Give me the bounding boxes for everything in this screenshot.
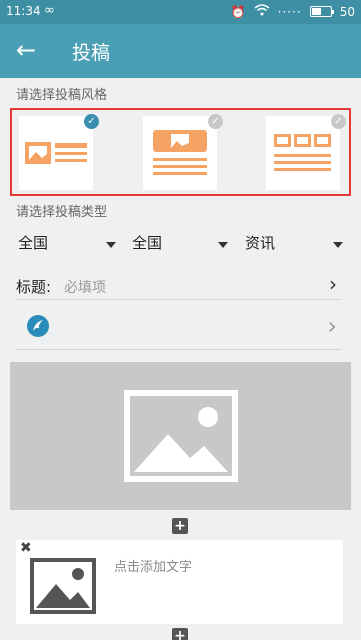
chevron-down-icon xyxy=(333,242,343,248)
three-images-layout-icon xyxy=(274,134,331,171)
checkmark-unselected-icon: ✓ xyxy=(331,114,346,129)
image-top-layout-icon xyxy=(153,130,207,175)
signal-icon: ····· xyxy=(277,4,302,19)
add-block-button[interactable]: + xyxy=(172,628,188,640)
style-section-label: 请选择投稿风格 xyxy=(16,88,108,103)
region-select-1-value: 全国 xyxy=(18,234,49,252)
checkmark-unselected-icon: ✓ xyxy=(208,114,223,129)
status-icons: ⏰ ····· 50 xyxy=(231,4,355,19)
title-label: 标题: xyxy=(16,278,52,296)
alarm-icon: ⏰ xyxy=(230,4,246,19)
status-time: 11:34 xyxy=(6,4,41,18)
chevron-down-icon xyxy=(106,242,116,248)
title-field[interactable]: 标题: 必填项 › xyxy=(16,268,341,300)
style-option-image-top[interactable]: ✓ xyxy=(143,114,223,190)
app-logo-icon xyxy=(27,315,49,337)
checkmark-selected-icon: ✓ xyxy=(84,114,99,129)
wifi-icon xyxy=(254,4,270,19)
type-section-label: 请选择投稿类型 xyxy=(16,205,108,220)
author-selector-row[interactable]: › xyxy=(16,304,341,350)
region-select-2[interactable]: 全国 xyxy=(132,232,232,260)
image-placeholder-icon xyxy=(124,390,238,482)
chevron-right-icon: › xyxy=(327,312,337,340)
page-title: 投稿 xyxy=(72,42,111,64)
category-select-value: 资讯 xyxy=(245,234,276,252)
content-block-card: ✖ 点击添加文字 xyxy=(16,540,343,624)
image-left-layout-icon xyxy=(25,142,87,164)
title-input[interactable]: 必填项 xyxy=(64,277,106,297)
battery-level: 50 xyxy=(339,4,355,19)
infinity-icon: ∞ xyxy=(44,3,55,18)
region-select-2-value: 全国 xyxy=(132,234,163,252)
cover-image-placeholder[interactable] xyxy=(10,362,351,510)
type-selects: 全国 全国 资讯 xyxy=(0,232,361,260)
add-text-input[interactable]: 点击添加文字 xyxy=(114,556,192,575)
close-icon[interactable]: ✖ xyxy=(20,540,32,556)
category-select[interactable]: 资讯 xyxy=(245,232,345,260)
region-select-1[interactable]: 全国 xyxy=(18,232,118,260)
style-option-image-left[interactable]: ✓ xyxy=(19,114,99,190)
status-bar: 11:34 ∞ ⏰ ····· 50 xyxy=(0,0,361,24)
style-option-three-images[interactable]: ✓ xyxy=(266,114,346,190)
add-block-button[interactable]: + xyxy=(172,518,188,534)
app-bar: ← 投稿 xyxy=(0,24,361,78)
style-options-group: ✓ ✓ ✓ xyxy=(10,108,351,196)
chevron-right-icon: › xyxy=(329,272,337,296)
back-arrow-icon[interactable]: ← xyxy=(16,36,36,64)
battery-icon xyxy=(309,6,334,17)
chevron-down-icon xyxy=(218,242,228,248)
block-image-placeholder-icon[interactable] xyxy=(30,558,96,614)
